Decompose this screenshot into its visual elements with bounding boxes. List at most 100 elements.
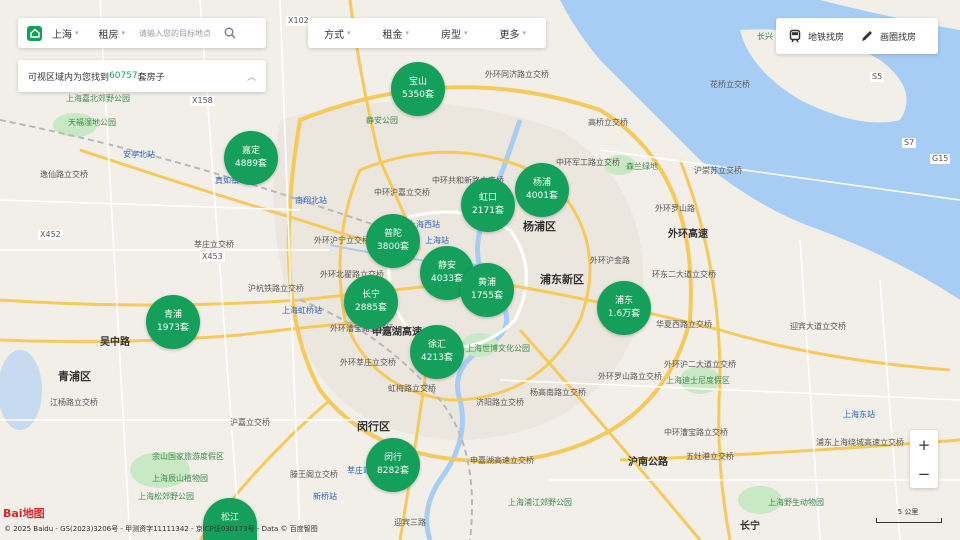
park-label: 余山国家旅游度假区	[152, 452, 224, 461]
district-label: 青浦区	[58, 370, 91, 383]
park-label: 上海松郊野公园	[138, 492, 194, 501]
station-label: 上海虹桥站	[282, 306, 322, 315]
filter-rent[interactable]: 租金 ▾	[383, 26, 410, 41]
park-label: 森兰绿地	[626, 162, 658, 171]
district-bubble-huangpu[interactable]: 黄浦 1755套	[460, 263, 514, 317]
interchange-label: 杨高南路立交桥	[530, 388, 586, 397]
bubble-name: 宝山	[408, 77, 427, 87]
interchange-label: 中环军工路立交桥	[556, 158, 620, 167]
interchange-label: 江杨路立交桥	[50, 398, 98, 407]
subway-find-label: 地铁找房	[808, 32, 845, 43]
road-shield: S7	[902, 138, 917, 148]
park-label: 上海野生动物园	[768, 498, 824, 507]
bubble-name: 徐汇	[427, 340, 446, 350]
district-bubble-qingpu[interactable]: 青浦 1973套	[146, 295, 200, 349]
interchange-label: 华夏西路立交桥	[656, 320, 712, 329]
zoom-in-button[interactable]: +	[918, 436, 931, 454]
interchange-label: 外环罗山路	[655, 204, 695, 213]
scale-bar	[876, 518, 942, 523]
rent-type-select[interactable]: 租房 ▾	[99, 26, 126, 41]
bubble-count: 4033套	[431, 274, 463, 284]
interchange-label: 外环沪金路	[590, 256, 630, 265]
interchange-label: 滕王阁立交桥	[290, 470, 338, 479]
interchange-label: 五灶港立交桥	[686, 452, 734, 461]
bubble-name: 普陀	[383, 229, 402, 239]
district-bubble-changning[interactable]: 长宁 2885套	[344, 275, 398, 329]
district-bubble-minhang[interactable]: 闵行 8282套	[366, 438, 420, 492]
district-bubble-baoshan[interactable]: 宝山 5350套	[391, 62, 445, 116]
bubble-count: 2885套	[355, 303, 387, 313]
chevron-down-icon: ▾	[405, 29, 410, 37]
road-label: 沪南公路	[628, 457, 668, 468]
station-label: 上海站	[425, 236, 449, 245]
interchange-label: 迎宾大道立交桥	[790, 322, 846, 331]
subway-find-button[interactable]: 地铁找房	[788, 29, 844, 43]
interchange-label: 外环同济路立交桥	[485, 70, 549, 79]
district-bubble-putuo[interactable]: 普陀 3800套	[366, 214, 420, 268]
interchange-label: 莘庄立交桥	[194, 240, 234, 249]
city-select[interactable]: 上海 ▾	[52, 26, 79, 41]
station-label: 上海东站	[843, 410, 875, 419]
interchange-label: 高桥立交桥	[588, 118, 628, 127]
district-bubble-xuhui[interactable]: 徐汇 4213套	[410, 325, 464, 379]
park-label: 上海浦江郊野公园	[508, 498, 572, 507]
find-panel: 地铁找房 画圈找房	[776, 18, 938, 54]
park-label: 上海嘉北郊野公园	[66, 94, 130, 103]
interchange-label: 济阳路立交桥	[476, 398, 524, 407]
park-label: 上海世博文化公园	[466, 344, 530, 353]
interchange-label: 中环沪嘉立交桥	[374, 188, 430, 197]
station-label: 安亭北站	[123, 150, 155, 159]
city-label: 上海	[52, 29, 72, 41]
road-label: 吴中路	[100, 337, 130, 348]
interchange-label: 逸仙路立交桥	[40, 170, 88, 179]
road-shield: X158	[190, 96, 215, 106]
park-label: 上海迪士尼度假区	[666, 376, 730, 385]
filter-more[interactable]: 更多 ▾	[500, 26, 527, 41]
interchange-label: 外环沪二大道立交桥	[664, 360, 736, 369]
draw-find-button[interactable]: 画圈找房	[860, 29, 916, 43]
search-input[interactable]	[137, 27, 217, 39]
bubble-count: 4213套	[421, 353, 453, 363]
chevron-down-icon: ▾	[347, 29, 351, 37]
chevron-down-icon: ▾	[522, 29, 527, 37]
subway-icon	[789, 29, 801, 43]
district-bubble-pudong[interactable]: 浦东 1.6万套	[597, 281, 651, 335]
result-panel: 可视区域内为您找到 60757 套房子 ︿	[18, 60, 266, 92]
bubble-count: 4001套	[526, 191, 558, 201]
filter-label: 方式	[324, 29, 344, 41]
interchange-label: 外环罗山路立交桥	[598, 372, 662, 381]
bubble-count: 1.6万套	[607, 309, 641, 319]
interchange-label: 外环莘庄立交桥	[340, 358, 396, 367]
district-bubble-yangpu[interactable]: 杨浦 4001套	[515, 163, 569, 217]
zoom-out-button[interactable]: −	[918, 465, 931, 483]
district-label: 浦东新区	[540, 273, 584, 286]
district-bubble-jiading[interactable]: 嘉定 4889套	[224, 131, 278, 185]
filter-label: 租金	[382, 29, 403, 41]
interchange-label: 中环漕宝路立交桥	[664, 428, 728, 437]
scale-label: 5 公里	[897, 508, 919, 516]
home-icon[interactable]	[27, 25, 42, 41]
copyright-text: © 2025 Baidu - GS(2023)3206号 - 甲测资字11111…	[4, 525, 318, 533]
bubble-name: 杨浦	[532, 178, 551, 188]
road-shield: G15	[930, 154, 951, 164]
baidu-map-logo: Bai地图	[3, 507, 45, 520]
bubble-count: 1755套	[471, 291, 503, 301]
filter-label: 房型	[441, 29, 462, 41]
search-icon[interactable]	[224, 27, 236, 39]
bubble-count: 5350套	[402, 90, 434, 100]
chevron-down-icon: ▾	[121, 29, 126, 37]
draw-find-label: 画圈找房	[880, 32, 917, 43]
chevron-down-icon: ▾	[75, 29, 79, 37]
filter-mode[interactable]: 方式 ▾	[324, 26, 351, 41]
road-label: 外环高速	[668, 229, 708, 240]
interchange-label: 沪嘉立交桥	[230, 418, 270, 427]
interchange-label: 申嘉湖高速立交桥	[470, 456, 534, 465]
bubble-name: 静安	[437, 261, 456, 271]
chevron-up-icon[interactable]: ︿	[247, 70, 256, 83]
map-app: 杨浦区 浦东新区 青浦区 闵行区 吴中路 沪南公路 长宁 申嘉湖高速 外环高速 …	[0, 0, 960, 540]
station-label: 新桥站	[313, 492, 337, 501]
district-bubble-hongkou[interactable]: 虹口 2171套	[461, 178, 515, 232]
interchange-label: 沪崇苏立交桥	[694, 166, 742, 175]
filter-room-type[interactable]: 房型 ▾	[441, 26, 468, 41]
place-label: 长兴	[757, 32, 773, 41]
